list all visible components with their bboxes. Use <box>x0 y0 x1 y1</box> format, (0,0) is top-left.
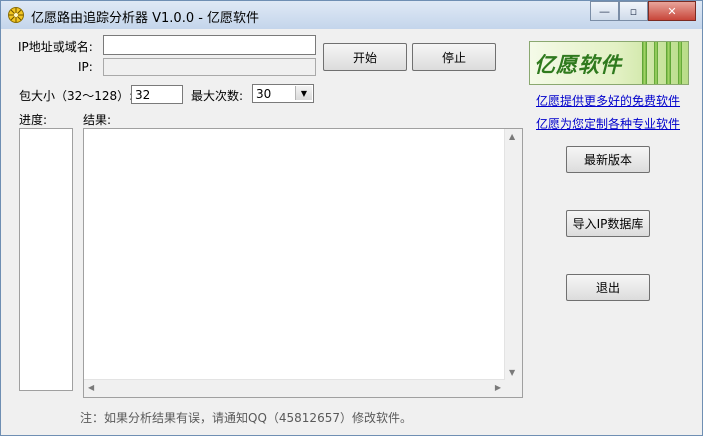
ip-field <box>103 58 316 76</box>
vertical-scrollbar[interactable]: ▲ ▼ <box>504 129 522 380</box>
logo-text: 亿愿软件 <box>534 52 622 77</box>
host-input[interactable] <box>104 36 315 54</box>
scroll-up-icon[interactable]: ▲ <box>509 132 515 141</box>
import-ip-db-button[interactable]: 导入IP数据库 <box>566 210 650 237</box>
stop-button[interactable]: 停止 <box>412 43 496 71</box>
host-label: IP地址或域名: <box>18 40 93 54</box>
close-icon[interactable]: ✕ <box>648 1 696 21</box>
brand-logo[interactable]: 亿愿软件 <box>529 41 689 85</box>
app-icon <box>8 7 24 23</box>
scroll-corner <box>505 380 522 397</box>
scroll-down-icon[interactable]: ▼ <box>509 368 515 377</box>
packet-size-input[interactable] <box>132 86 182 103</box>
max-count-select[interactable]: 30 ▼ <box>252 84 314 103</box>
custom-software-link[interactable]: 亿愿为您定制各种专业软件 <box>536 115 680 132</box>
progress-label: 进度: <box>19 113 48 127</box>
progress-panel <box>19 128 73 391</box>
main-window: 亿愿路由追踪分析器 V1.0.0 - 亿愿软件 — ▫ ✕ IP地址或域名: I… <box>0 0 703 436</box>
ip-label: IP: <box>78 60 93 74</box>
host-field[interactable] <box>103 35 316 55</box>
footer-note: 注：如果分析结果有误，请通知QQ（45812657）修改软件。 <box>80 411 412 425</box>
exit-button[interactable]: 退出 <box>566 274 650 301</box>
start-button[interactable]: 开始 <box>323 43 407 71</box>
latest-version-button[interactable]: 最新版本 <box>566 146 650 173</box>
title-bar[interactable]: 亿愿路由追踪分析器 V1.0.0 - 亿愿软件 — ▫ ✕ <box>1 1 702 29</box>
ip-output <box>104 59 315 75</box>
free-software-link[interactable]: 亿愿提供更多好的免费软件 <box>536 92 680 109</box>
scroll-right-icon[interactable]: ▶ <box>495 383 501 392</box>
scroll-left-icon[interactable]: ◀ <box>88 383 94 392</box>
max-count-value: 30 <box>256 87 272 101</box>
result-textarea[interactable]: ▲ ▼ ◀ ▶ <box>83 128 523 398</box>
window-controls: — ▫ ✕ <box>590 1 696 21</box>
packet-size-field[interactable] <box>131 85 183 104</box>
result-label: 结果: <box>83 113 112 127</box>
minimize-icon[interactable]: — <box>590 1 619 21</box>
maximize-icon[interactable]: ▫ <box>619 1 648 21</box>
horizontal-scrollbar[interactable]: ◀ ▶ <box>84 379 505 397</box>
packet-size-label: 包大小（32～128）: <box>19 89 134 103</box>
window-title: 亿愿路由追踪分析器 V1.0.0 - 亿愿软件 <box>31 11 260 26</box>
dropdown-arrow-icon[interactable]: ▼ <box>295 86 312 100</box>
max-count-label: 最大次数: <box>191 89 244 103</box>
